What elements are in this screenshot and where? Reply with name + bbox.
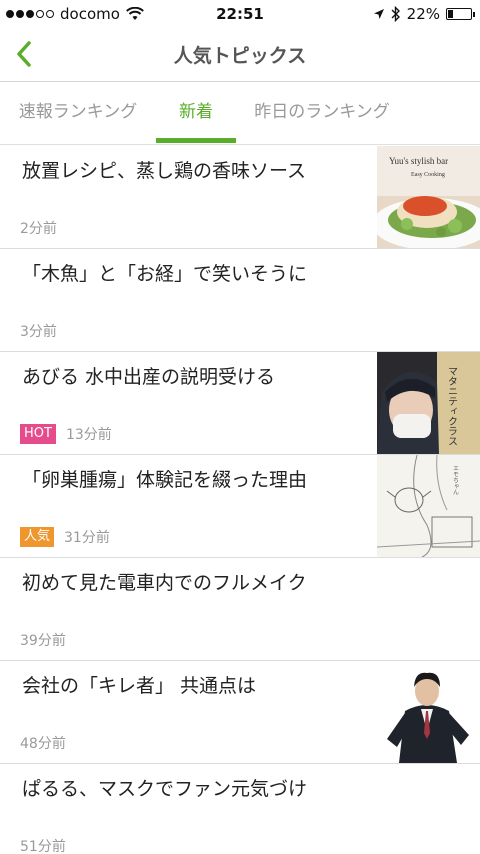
item-title: 初めて見た電車内でのフルメイク [22,572,307,594]
item-meta: HOT 13分前 [20,424,112,444]
tab-new[interactable]: 新着 [156,83,236,145]
tab-breaking-ranking[interactable]: 速報ランキング [8,83,148,145]
item-time: 13分前 [65,427,112,443]
status-bar: docomo 22:51 22% [0,0,480,28]
businessman-thumbnail [377,661,480,763]
page-title: 人気トピックス [173,45,307,67]
item-title: あびる 水中出産の説明受ける [22,366,276,388]
item-time: 51分前 [20,839,66,854]
list-item[interactable]: 放置レシピ、蒸し鶏の香味ソース 2分前 Yuu's stylish bar Ea… [0,146,480,249]
bluetooth-icon [391,6,400,22]
item-title: ぱるる、マスクでファン元気づけ [22,778,308,800]
masked-woman-thumbnail: マタニティクラス [377,352,480,454]
item-time: 39分前 [20,633,66,649]
food-dish-thumbnail: Yuu's stylish bar Easy Cooking [377,146,480,248]
item-title: 放置レシピ、蒸し鶏の香味ソース [22,160,307,182]
book-vertical-text: マタニティクラス [446,366,458,446]
location-arrow-icon [373,9,384,19]
item-title: 会社の「キレ者」 共通点は [22,675,257,697]
item-meta: 39分前 [20,630,66,650]
item-time: 3分前 [20,324,57,340]
battery-percent: 22% [406,5,440,23]
manga-label: エモちゃん [452,465,459,495]
battery-cap [473,12,475,17]
list-item[interactable]: 会社の「キレ者」 共通点は 48分前 [0,661,480,764]
list-item[interactable]: あびる 水中出産の説明受ける HOT 13分前 マタニティクラス [0,352,480,455]
tab-bar: 速報ランキング 新着 昨日のランキング [0,83,480,145]
hot-badge: HOT [20,424,56,444]
topics-list: 放置レシピ、蒸し鶏の香味ソース 2分前 Yuu's stylish bar Ea… [0,146,480,854]
active-tab-indicator [156,138,236,143]
item-meta: 2分前 [20,218,57,238]
popular-badge: 人気 [20,527,55,547]
item-time: 2分前 [20,221,57,237]
tab-yesterday-ranking[interactable]: 昨日のランキング [246,83,398,145]
food-photo-subtitle: Easy Cooking [411,172,445,178]
item-time: 48分前 [20,736,66,752]
list-item[interactable]: 「卵巣腫瘍」体験記を綴った理由 人気 31分前 エモちゃん [0,455,480,558]
status-right: 22% [373,5,475,23]
item-meta: 3分前 [20,321,57,341]
item-meta: 人気 31分前 [20,527,110,547]
item-meta: 48分前 [20,733,66,753]
manga-sketch-thumbnail: エモちゃん [377,455,480,557]
item-meta: 51分前 [20,836,66,854]
item-time: 31分前 [64,530,110,546]
list-item[interactable]: ぱるる、マスクでファン元気づけ 51分前 [0,764,480,854]
list-item[interactable]: 初めて見た電車内でのフルメイク 39分前 [0,558,480,661]
battery-icon [446,8,475,20]
navigation-bar: 人気トピックス [0,28,480,82]
food-photo-title: Yuu's stylish bar [389,156,448,166]
item-title: 「卵巣腫瘍」体験記を綴った理由 [22,469,308,491]
item-title: 「木魚」と「お経」で笑いそうに [22,263,308,285]
list-item[interactable]: 「木魚」と「お経」で笑いそうに 3分前 [0,249,480,352]
battery-level-fill [448,10,453,18]
